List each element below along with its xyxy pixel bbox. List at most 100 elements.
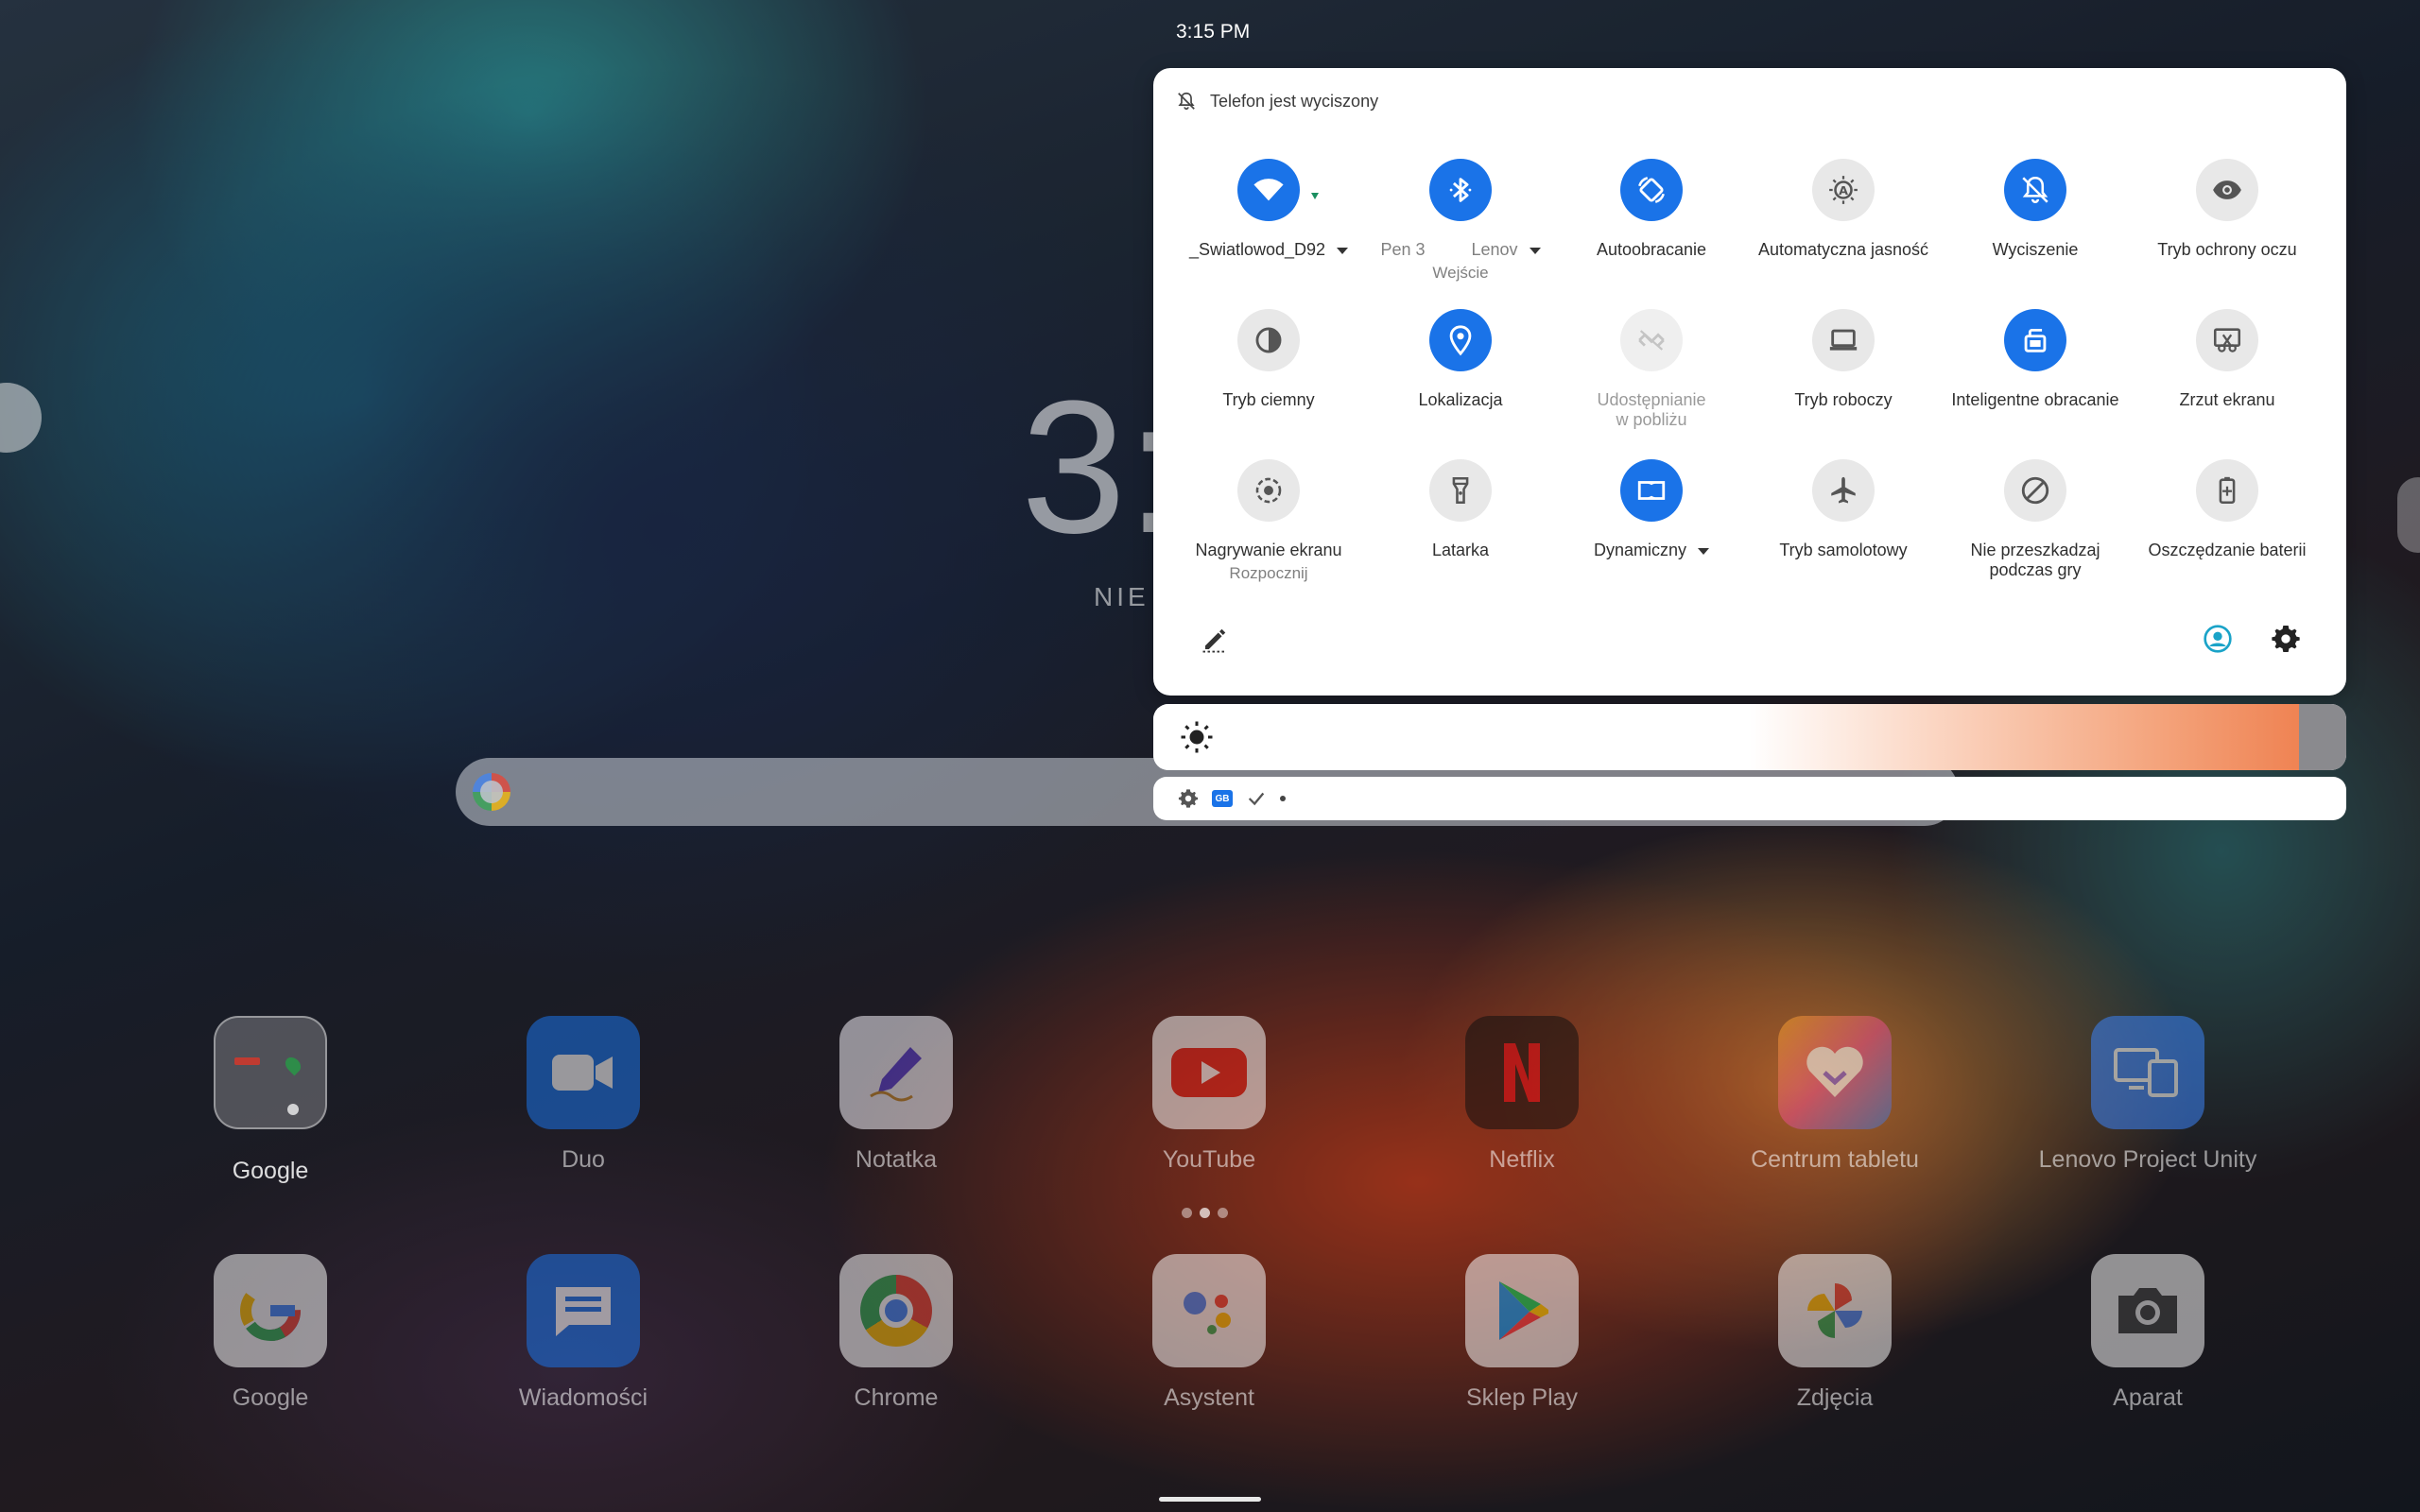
quick-settings-panel: Telefon jest wyciszony _Swiatlowod_D92 P… [1153, 68, 2346, 696]
app-netflix[interactable]: Netflix [1380, 1016, 1664, 1174]
bell-off-icon [1178, 92, 1195, 111]
screen-record-icon [1255, 477, 1282, 504]
messages-icon [527, 1254, 640, 1367]
tile-smart-rotate[interactable]: Inteligentne obracanie [1941, 309, 2130, 410]
tile-flashlight[interactable]: Latarka [1366, 459, 1555, 560]
tile-battery-saver[interactable]: Oszczędzanie baterii [2133, 459, 2322, 560]
tile-dark-mode-button[interactable] [1237, 309, 1300, 371]
brightness-slider-track [2298, 704, 2346, 770]
tile-airplane-label: Tryb samolotowy [1779, 541, 1908, 559]
assistant-icon [1152, 1254, 1266, 1367]
dropdown-caret-icon[interactable] [1337, 247, 1349, 254]
tile-screenshot-label: Zrzut ekranu [2179, 390, 2275, 409]
app-label: Netflix [1489, 1146, 1555, 1173]
app-photos[interactable]: Zdjęcia [1693, 1254, 1977, 1412]
app-project-unity[interactable]: Lenovo Project Unity [2006, 1016, 2290, 1174]
tile-game-dnd-button[interactable] [2004, 459, 2066, 522]
edit-tiles-icon[interactable] [1201, 626, 1229, 654]
tile-wifi-label: _Swiatlowod_D92 [1188, 240, 1326, 259]
app-google[interactable]: Google [129, 1254, 412, 1412]
tile-auto-brightness[interactable]: A Automatyczna jasność [1749, 159, 1938, 260]
app-label: Lenovo Project Unity [2038, 1146, 2257, 1173]
tile-screenshot[interactable]: Zrzut ekranu [2133, 309, 2322, 410]
tile-auto-brightness-button[interactable]: A [1812, 159, 1875, 221]
app-chrome[interactable]: Chrome [754, 1254, 1038, 1412]
tile-work-mode-button[interactable] [1812, 309, 1875, 371]
tile-dark-mode[interactable]: Tryb ciemny [1174, 309, 1363, 410]
bluetooth-icon [1449, 178, 1472, 202]
dropdown-caret-icon[interactable] [1529, 247, 1541, 254]
flashlight-icon [1452, 476, 1469, 505]
app-messages[interactable]: Wiadomości [441, 1254, 725, 1412]
tile-game-dnd[interactable]: Nie przeszkadzaj podczas gry [1941, 459, 2130, 580]
laptop-icon [1829, 329, 1858, 351]
bell-off-icon [2022, 176, 2048, 203]
tile-screen-record[interactable]: Nagrywanie ekranu Rozpocznij [1174, 459, 1363, 583]
rotate-icon [1638, 177, 1665, 203]
tile-dolby-button[interactable] [1620, 459, 1683, 522]
app-camera[interactable]: Aparat [2006, 1254, 2290, 1412]
tile-dolby[interactable]: Dynamiczny [1557, 459, 1746, 560]
tile-dark-mode-label: Tryb ciemny [1222, 390, 1315, 409]
tile-game-dnd-label: Nie przeszkadzaj podczas gry [1970, 541, 2100, 579]
tile-screenshot-button[interactable] [2196, 309, 2258, 371]
wifi-activity-icon [1311, 193, 1319, 199]
tile-wifi[interactable]: _Swiatlowod_D92 [1174, 159, 1363, 260]
app-label: Chrome [854, 1384, 939, 1411]
tile-airplane-button[interactable] [1812, 459, 1875, 522]
edge-panel-handle-right[interactable] [2397, 477, 2420, 553]
app-notatka[interactable]: Notatka [754, 1016, 1038, 1174]
camera-icon [2091, 1254, 2204, 1367]
auto-brightness-icon: A [1829, 176, 1858, 204]
page-indicator[interactable] [1182, 1208, 1228, 1218]
app-centrum-tabletu[interactable]: Centrum tabletu [1693, 1016, 1977, 1174]
tile-mute[interactable]: Wyciszenie [1941, 159, 2130, 260]
app-label: Google [232, 1384, 309, 1411]
tile-location-button[interactable] [1429, 309, 1492, 371]
dropdown-caret-icon[interactable] [1698, 547, 1710, 555]
eye-icon [2213, 180, 2241, 199]
page-dot [1218, 1208, 1228, 1218]
settings-gear-icon[interactable] [2271, 624, 2301, 654]
app-google-folder[interactable]: Google [129, 1016, 412, 1185]
project-unity-icon [2091, 1016, 2204, 1129]
dolby-icon [1637, 481, 1666, 500]
app-assistant[interactable]: Asystent [1067, 1254, 1351, 1412]
user-account-icon[interactable] [2203, 624, 2233, 654]
app-youtube[interactable]: YouTube [1067, 1016, 1351, 1174]
tile-flashlight-button[interactable] [1429, 459, 1492, 522]
tile-bluetooth-button[interactable] [1429, 159, 1492, 221]
tile-work-mode[interactable]: Tryb roboczy [1749, 309, 1938, 410]
ringer-status[interactable]: Telefon jest wyciszony [1176, 91, 1378, 112]
scissors-icon [2213, 328, 2241, 352]
app-duo[interactable]: Duo [441, 1016, 725, 1174]
tile-location[interactable]: Lokalizacja [1366, 309, 1555, 410]
tile-eye-protection[interactable]: Tryb ochrony oczu [2133, 159, 2322, 260]
gesture-nav-handle[interactable] [1159, 1497, 1261, 1502]
tile-autorotate-button[interactable] [1620, 159, 1683, 221]
more-notifications-dot-icon [1280, 796, 1286, 801]
tile-smart-rotate-button[interactable] [2004, 309, 2066, 371]
tile-bluetooth[interactable]: Pen 3 Lenov Wejście [1366, 159, 1555, 283]
app-label: Asystent [1164, 1384, 1254, 1411]
tile-wifi-button[interactable] [1237, 159, 1319, 221]
google-icon [214, 1254, 327, 1367]
home-date: NIE [1094, 582, 1150, 611]
app-label: Wiadomości [518, 1384, 648, 1411]
tile-nearby-share-label: Udostępnianie w pobliżu [1597, 390, 1706, 429]
notification-icons-strip[interactable]: GB [1153, 777, 2346, 820]
nearby-share-icon [1638, 330, 1665, 351]
tile-airplane[interactable]: Tryb samolotowy [1749, 459, 1938, 560]
tile-screen-record-button[interactable] [1237, 459, 1300, 522]
tile-mute-button[interactable] [2004, 159, 2066, 221]
tile-eye-protection-button[interactable] [2196, 159, 2258, 221]
app-play-store[interactable]: Sklep Play [1380, 1254, 1664, 1412]
tile-battery-saver-button[interactable] [2196, 459, 2258, 522]
brightness-slider[interactable] [1153, 704, 2346, 770]
google-g-icon [473, 773, 510, 811]
tile-autorotate[interactable]: Autoobracanie [1557, 159, 1746, 260]
tile-autorotate-label: Autoobracanie [1596, 240, 1707, 259]
battery-saver-icon [2219, 476, 2236, 505]
do-not-disturb-icon [2021, 476, 2049, 505]
tile-location-label: Lokalizacja [1418, 390, 1503, 409]
